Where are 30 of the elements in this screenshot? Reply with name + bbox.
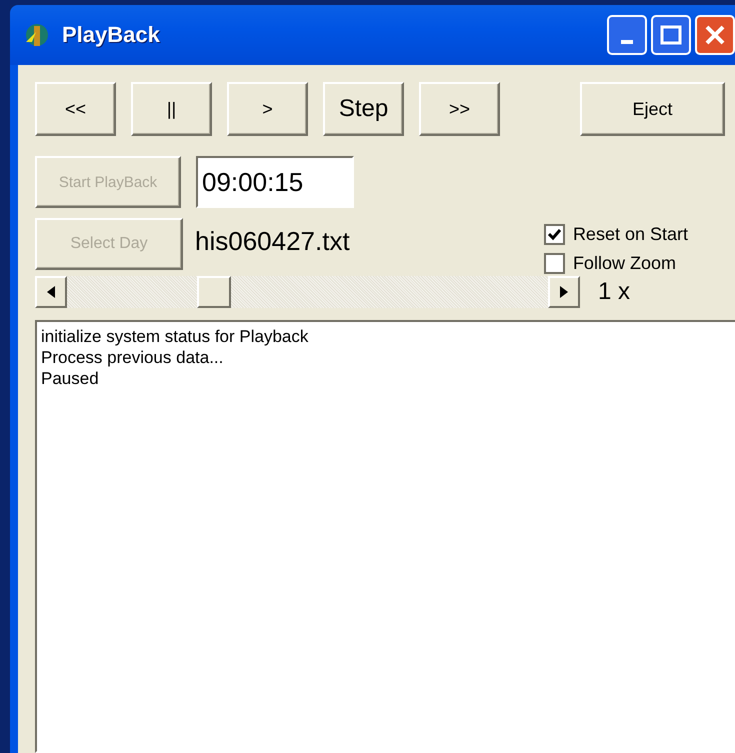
maximize-icon <box>660 25 682 45</box>
check-icon <box>548 228 561 241</box>
speed-slider[interactable] <box>35 276 580 308</box>
minimize-icon <box>621 40 633 44</box>
left-arrow-button[interactable] <box>35 276 67 308</box>
eject-button[interactable]: Eject <box>580 82 725 136</box>
right-triangle-icon <box>560 286 568 298</box>
checkbox[interactable] <box>544 224 565 245</box>
close-icon <box>704 24 726 46</box>
speed-reading: 1 x <box>598 278 630 306</box>
maximize-button[interactable] <box>651 15 691 55</box>
right-arrow-button[interactable] <box>548 276 580 308</box>
checkbox[interactable] <box>544 253 565 274</box>
close-button[interactable] <box>695 15 735 55</box>
log-line: initialize system status for Playback <box>41 326 310 347</box>
minimize-button[interactable] <box>607 15 647 55</box>
time-field[interactable]: 09:00:15 <box>196 156 354 208</box>
option-label: Reset on Start <box>572 224 688 245</box>
transport-button[interactable]: Step <box>323 82 404 136</box>
slider-thumb[interactable] <box>196 276 231 308</box>
transport-button[interactable]: << <box>35 82 116 136</box>
file-name: his060427.txt <box>195 226 350 257</box>
transport-button[interactable]: > <box>227 82 308 136</box>
transport-button[interactable]: >> <box>419 82 500 136</box>
left-triangle-icon <box>47 286 55 298</box>
option-label: Follow Zoom <box>572 253 676 274</box>
log-line: Process previous data... <box>41 347 224 368</box>
log-line: Paused <box>41 368 100 389</box>
window-title: PlayBack <box>62 22 160 48</box>
transport-button[interactable]: || <box>131 82 212 136</box>
